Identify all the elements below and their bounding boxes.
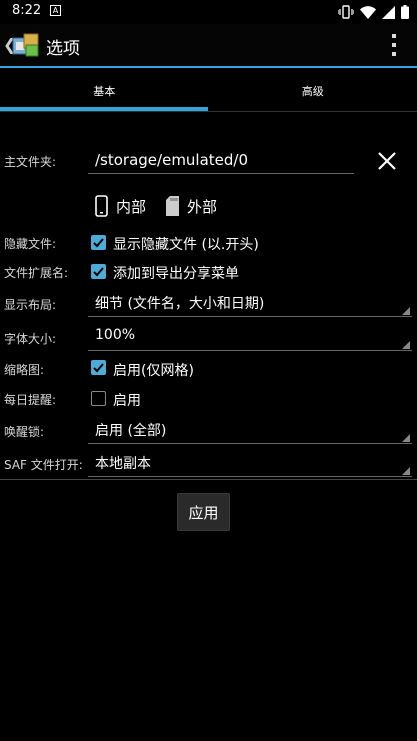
daily-reminder-label: 每日提醒: [4, 393, 57, 407]
daily-reminder-checkbox[interactable] [91, 391, 106, 406]
status-time: 8:22 [12, 3, 42, 18]
wake-lock-value: 启用 (全部) [95, 423, 167, 439]
thumbnails-checkbox-label[interactable]: 启用(仅网格) [113, 360, 194, 380]
tab-bar: 基本 高级 [0, 71, 417, 111]
external-storage-button[interactable]: 外部 [166, 193, 217, 219]
file-ext-label: 文件扩展名: [4, 266, 69, 280]
saf-open-value: 本地副本 [95, 456, 151, 472]
display-layout-dropdown[interactable]: 细节 (文件名，大小和日期) [88, 289, 412, 317]
phone-icon [95, 195, 108, 217]
settings-divider [0, 479, 417, 480]
tab-divider [0, 111, 417, 112]
checkmark-icon [93, 363, 104, 373]
external-storage-label: 外部 [187, 197, 218, 216]
action-bar: ❮ 选项 [0, 24, 417, 66]
hidden-files-checkbox-label[interactable]: 显示隐藏文件 (以.开头) [113, 234, 259, 254]
tab-selected-indicator [0, 107, 208, 111]
dropdown-arrow-icon [402, 307, 410, 315]
thumbnails-label: 缩略图: [4, 363, 45, 377]
main-folder-underline [88, 173, 354, 174]
internal-storage-label: 内部 [116, 197, 147, 216]
font-size-label: 字体大小: [4, 332, 57, 346]
hidden-files-checkbox[interactable] [91, 235, 106, 250]
signal-icon [382, 5, 395, 19]
font-size-value: 100% [95, 327, 136, 343]
app-logo-icon[interactable] [12, 32, 40, 58]
tab-basic[interactable]: 基本 [0, 71, 209, 111]
display-layout-label: 显示布局: [4, 298, 57, 312]
overflow-menu-icon[interactable] [391, 34, 397, 56]
action-bar-divider [0, 66, 417, 68]
dropdown-underline [88, 316, 412, 317]
vibrate-icon [338, 5, 354, 19]
checkmark-icon [93, 267, 104, 277]
sd-card-icon [166, 196, 179, 216]
notification-icon: A [50, 5, 61, 16]
font-size-dropdown[interactable]: 100% [88, 323, 412, 351]
dropdown-arrow-icon [402, 341, 410, 349]
main-folder-label: 主文件夹: [4, 155, 57, 169]
internal-storage-button[interactable]: 内部 [95, 193, 146, 219]
close-icon[interactable] [376, 150, 398, 172]
wifi-icon [360, 5, 376, 19]
main-folder-input[interactable] [88, 146, 354, 174]
battery-icon [401, 5, 409, 19]
status-icons [338, 4, 409, 20]
dropdown-arrow-icon [402, 467, 410, 475]
display-layout-value: 细节 (文件名，大小和日期) [95, 296, 265, 312]
apply-button[interactable]: 应用 [177, 493, 230, 531]
wake-lock-label: 唤醒锁: [4, 425, 45, 439]
daily-reminder-checkbox-label[interactable]: 启用 [113, 390, 141, 410]
status-bar: 8:22 A [0, 0, 417, 24]
thumbnails-checkbox[interactable] [91, 360, 106, 375]
file-ext-checkbox[interactable] [91, 264, 106, 279]
saf-open-label: SAF 文件打开: [4, 458, 83, 472]
hidden-files-label: 隐藏文件: [4, 237, 57, 251]
dropdown-underline [88, 443, 412, 444]
page-title: 选项 [46, 39, 80, 59]
dropdown-underline [88, 476, 412, 477]
dropdown-underline [88, 350, 412, 351]
checkmark-icon [93, 238, 104, 248]
dropdown-arrow-icon [402, 434, 410, 442]
saf-open-dropdown[interactable]: 本地副本 [88, 449, 412, 477]
file-ext-checkbox-label[interactable]: 添加到导出分享菜单 [113, 263, 239, 283]
tab-advanced[interactable]: 高级 [208, 71, 417, 111]
wake-lock-dropdown[interactable]: 启用 (全部) [88, 416, 412, 444]
